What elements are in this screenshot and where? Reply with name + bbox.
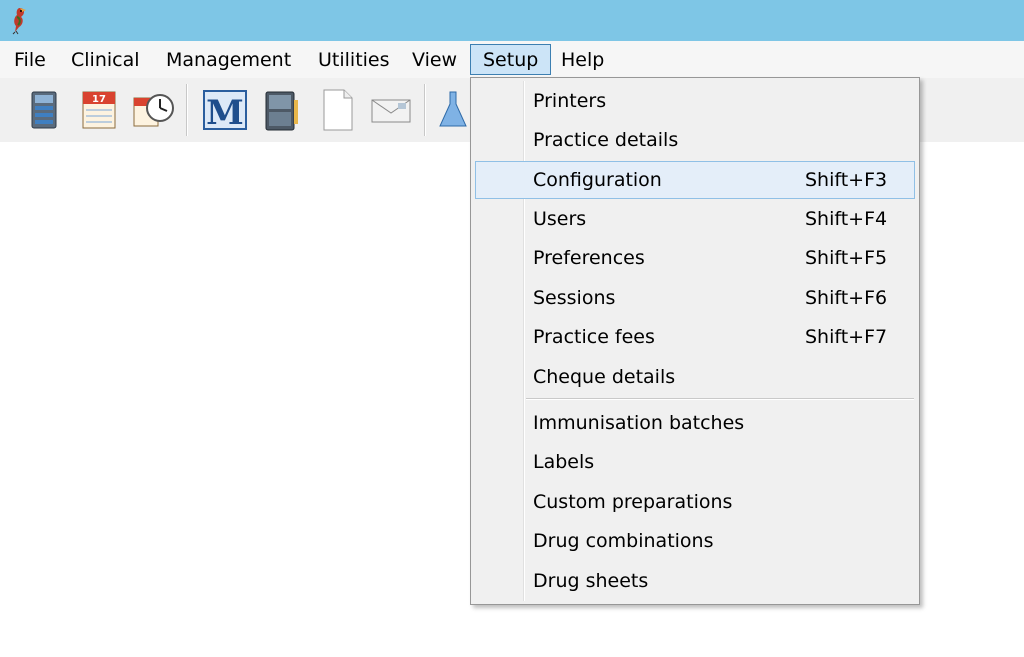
menu-item-users[interactable]: Users Shift+F4	[475, 200, 915, 238]
menu-item-shortcut: Shift+F4	[805, 208, 888, 230]
menu-item-label: Drug combinations	[533, 530, 714, 552]
menu-item-label: Custom preparations	[533, 491, 733, 513]
toolbar-separator	[186, 84, 188, 136]
menu-item-configuration[interactable]: Configuration Shift+F3	[475, 161, 915, 199]
menu-item-drug-combinations[interactable]: Drug combinations	[475, 522, 915, 560]
menu-separator	[526, 398, 914, 400]
menu-item-shortcut: Shift+F3	[805, 169, 888, 191]
menu-help[interactable]: Help	[548, 44, 617, 75]
menu-item-practice-fees[interactable]: Practice fees Shift+F7	[475, 318, 915, 356]
menu-setup[interactable]: Setup	[470, 44, 552, 75]
svg-text:17: 17	[92, 94, 106, 105]
bird-logo-icon[interactable]	[8, 5, 30, 35]
menu-view[interactable]: View	[399, 44, 470, 75]
menu-item-label: Practice fees	[533, 326, 655, 348]
menu-item-labels[interactable]: Labels	[475, 443, 915, 481]
envelope-icon[interactable]	[368, 86, 414, 134]
menu-item-immunisation-batches[interactable]: Immunisation batches	[475, 404, 915, 442]
menu-item-label: Users	[533, 208, 587, 230]
svg-text:M: M	[206, 93, 244, 133]
menu-item-label: Labels	[533, 451, 595, 473]
menu-utilities[interactable]: Utilities	[305, 44, 403, 75]
menu-item-preferences[interactable]: Preferences Shift+F5	[475, 239, 915, 277]
menu-item-label: Printers	[533, 90, 607, 112]
menu-item-custom-preparations[interactable]: Custom preparations	[475, 483, 915, 521]
menu-item-printers[interactable]: Printers	[475, 82, 915, 120]
menu-item-cheque-details[interactable]: Cheque details	[475, 358, 915, 396]
menu-item-label: Configuration	[533, 169, 662, 191]
menu-item-shortcut: Shift+F6	[805, 287, 888, 309]
menu-management[interactable]: Management	[153, 44, 304, 75]
title-bar	[0, 0, 1024, 41]
menu-item-shortcut: Shift+F7	[805, 326, 888, 348]
menu-item-drug-sheets[interactable]: Drug sheets	[475, 562, 915, 600]
menu-item-label: Cheque details	[533, 366, 676, 388]
menu-file[interactable]: File	[1, 44, 59, 75]
calendar-icon[interactable]: 17	[76, 86, 122, 134]
menu-item-sessions[interactable]: Sessions Shift+F6	[475, 279, 915, 317]
appointment-clock-icon[interactable]	[130, 86, 176, 134]
server-icon[interactable]	[22, 86, 68, 134]
menu-item-label: Practice details	[533, 129, 679, 151]
menu-item-label: Drug sheets	[533, 570, 649, 592]
menu-bar: File Clinical Management Utilities View …	[0, 41, 1024, 78]
menu-item-label: Immunisation batches	[533, 412, 745, 434]
blank-document-icon[interactable]	[314, 86, 360, 134]
menu-item-label: Sessions	[533, 287, 616, 309]
toolbar-separator	[424, 84, 426, 136]
menu-clinical[interactable]: Clinical	[58, 44, 153, 75]
filing-cabinet-icon[interactable]	[258, 86, 304, 134]
setup-dropdown-menu: Printers Practice details Configuration …	[470, 77, 920, 605]
mims-m-icon[interactable]: M	[202, 86, 248, 134]
menu-item-practice-details[interactable]: Practice details	[475, 121, 915, 159]
menu-item-label: Preferences	[533, 247, 645, 269]
menu-item-shortcut: Shift+F5	[805, 247, 888, 269]
